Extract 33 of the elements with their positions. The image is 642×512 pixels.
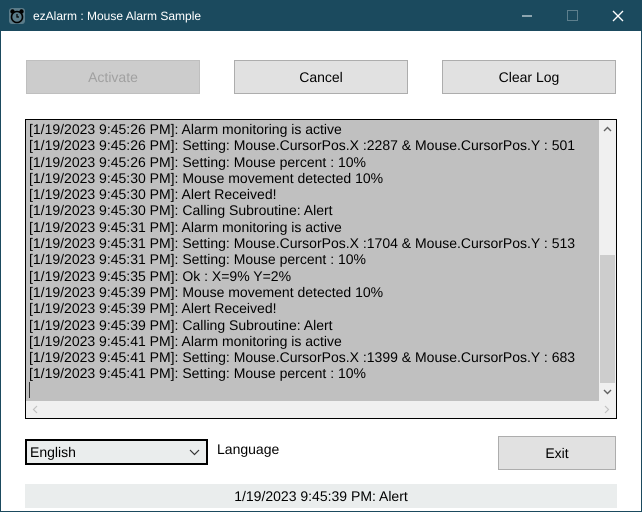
scroll-left-icon[interactable] [32,405,38,414]
log-line: [1/19/2023 9:45:26 PM]: Setting: Mouse.CursorPos.X :2287 & Mouse.CursorPos.Y : 501 [29,137,576,154]
scroll-right-icon[interactable] [604,405,610,414]
window-title: ezAlarm : Mouse Alarm Sample [33,8,202,22]
scroll-thumb[interactable] [600,255,615,383]
text-cursor [29,382,30,398]
log-line: [1/19/2023 9:45:26 PM]: Setting: Mouse percent : 10% [29,154,367,170]
scroll-down-icon[interactable] [603,389,612,395]
status-bar: 1/19/2023 9:45:39 PM: Alert [25,484,617,508]
chevron-down-icon[interactable] [189,448,200,456]
log-line: [1/19/2023 9:45:39 PM]: Alert Received! [29,300,278,317]
log-line: [1/19/2023 9:45:30 PM]: Mouse movement detected 10% [29,170,384,186]
log-line: [1/19/2023 9:45:41 PM]: Setting: Mouse percent : 10% [29,365,367,382]
alarm-clock-icon [9,8,25,24]
log-line: [1/19/2023 9:45:30 PM]: Calling Subroutine: Alert [29,202,334,219]
scroll-up-icon[interactable] [603,126,612,132]
log-line: [1/19/2023 9:45:31 PM]: Setting: Mouse.CursorPos.X :1704 & Mouse.CursorPos.Y : 513 [29,235,576,252]
language-label: Language [217,441,280,457]
log-line: [1/19/2023 9:45:30 PM]: Alert Received! [29,186,278,202]
maximize-icon[interactable] [567,10,578,21]
log-line: [1/19/2023 9:45:31 PM]: Alarm monitoring is active [29,218,343,236]
log-line: [1/19/2023 9:45:26 PM]: Alarm monitoring is active [29,121,343,138]
log-line: [1/19/2023 9:45:41 PM]: Setting: Mouse.CursorPos.X :1399 & Mouse.CursorPos.Y : 683 [29,349,576,366]
log-line: [1/19/2023 9:45:39 PM]: Mouse movement detected 10% [29,284,384,300]
language-dropdown[interactable]: English [25,439,208,465]
action-button[interactable]: Cancel [234,60,408,94]
log-line: [1/19/2023 9:45:31 PM]: Setting: Mouse percent : 10% [29,251,367,268]
log-line: [1/19/2023 9:45:39 PM]: Calling Subroutine: Alert [29,316,334,333]
close-icon[interactable] [612,10,624,22]
log-line: [1/19/2023 9:45:41 PM]: Alarm monitoring is active [29,332,343,350]
exit-button[interactable]: Exit [498,436,616,470]
log-line: [1/19/2023 9:45:35 PM]: Ok : X=9% Y=2% [29,268,292,284]
action-button[interactable]: Clear Log [442,60,616,94]
